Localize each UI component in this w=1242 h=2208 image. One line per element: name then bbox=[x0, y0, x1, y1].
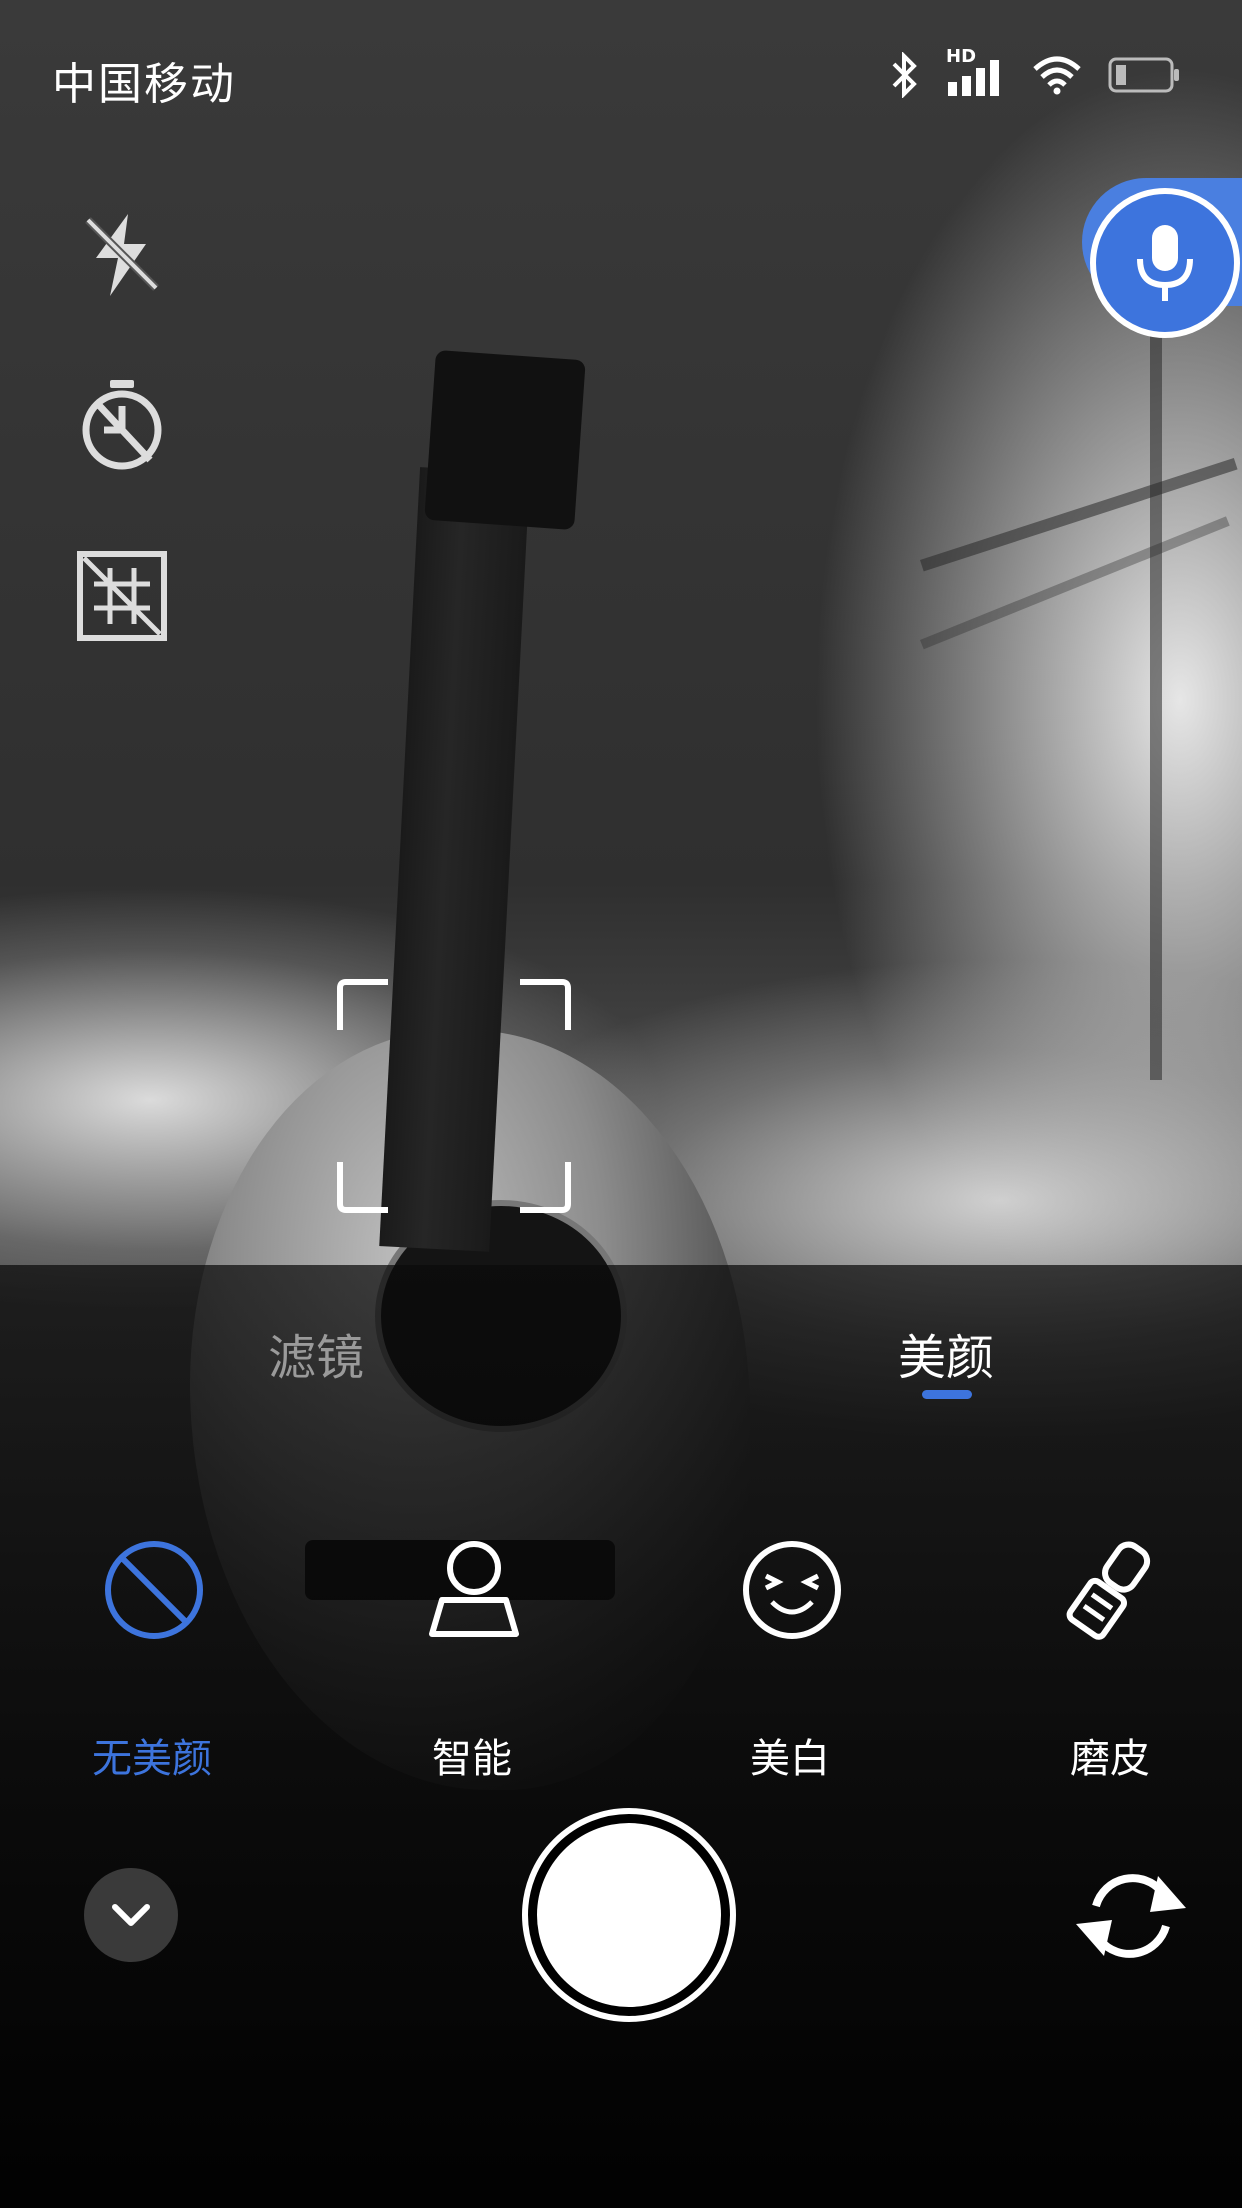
flash-toggle[interactable] bbox=[74, 206, 170, 302]
shutter-inner bbox=[537, 1823, 721, 2007]
collapse-panel-button[interactable] bbox=[84, 1868, 178, 1962]
no-beauty-icon bbox=[105, 1541, 203, 1639]
microphone-icon bbox=[1137, 225, 1193, 301]
shutter-button[interactable] bbox=[522, 1808, 736, 2022]
guitar-headstock bbox=[424, 349, 586, 531]
flash-off-icon bbox=[85, 214, 159, 296]
voice-button[interactable] bbox=[1090, 188, 1240, 338]
beauty-option-label: 智能 bbox=[432, 1736, 512, 1782]
chevron-down-icon bbox=[112, 1904, 150, 1926]
eraser-icon bbox=[1066, 1541, 1151, 1640]
bluetooth-icon bbox=[892, 52, 917, 98]
beauty-option-label: 磨皮 bbox=[1070, 1736, 1150, 1782]
person-icon bbox=[429, 1541, 519, 1637]
timer-toggle[interactable] bbox=[74, 376, 170, 472]
status-icons: HD bbox=[890, 46, 1182, 98]
tab-beauty[interactable]: 美颜 bbox=[898, 1318, 994, 1388]
active-tab-indicator bbox=[922, 1390, 972, 1399]
window-shadow bbox=[1150, 300, 1162, 1080]
tab-filter[interactable]: 滤镜 bbox=[268, 1318, 364, 1388]
window-shadow bbox=[920, 458, 1238, 572]
window-shadow bbox=[920, 516, 1230, 650]
signal-icon: HD bbox=[946, 46, 1006, 98]
wifi-icon bbox=[1033, 56, 1081, 95]
grid-off-icon bbox=[77, 551, 167, 641]
switch-camera-icon[interactable] bbox=[1074, 1866, 1188, 1966]
beauty-option-label: 无美颜 bbox=[92, 1736, 212, 1782]
status-bar: 中国移动 HD bbox=[0, 0, 1242, 150]
beauty-option-label: 美白 bbox=[750, 1736, 830, 1782]
grid-toggle[interactable] bbox=[74, 548, 170, 644]
focus-frame bbox=[337, 979, 571, 1213]
battery-icon bbox=[1108, 57, 1179, 93]
smile-face-icon bbox=[743, 1541, 841, 1639]
timer-off-icon bbox=[82, 380, 162, 470]
carrier-name: 中国移动 bbox=[52, 59, 236, 110]
